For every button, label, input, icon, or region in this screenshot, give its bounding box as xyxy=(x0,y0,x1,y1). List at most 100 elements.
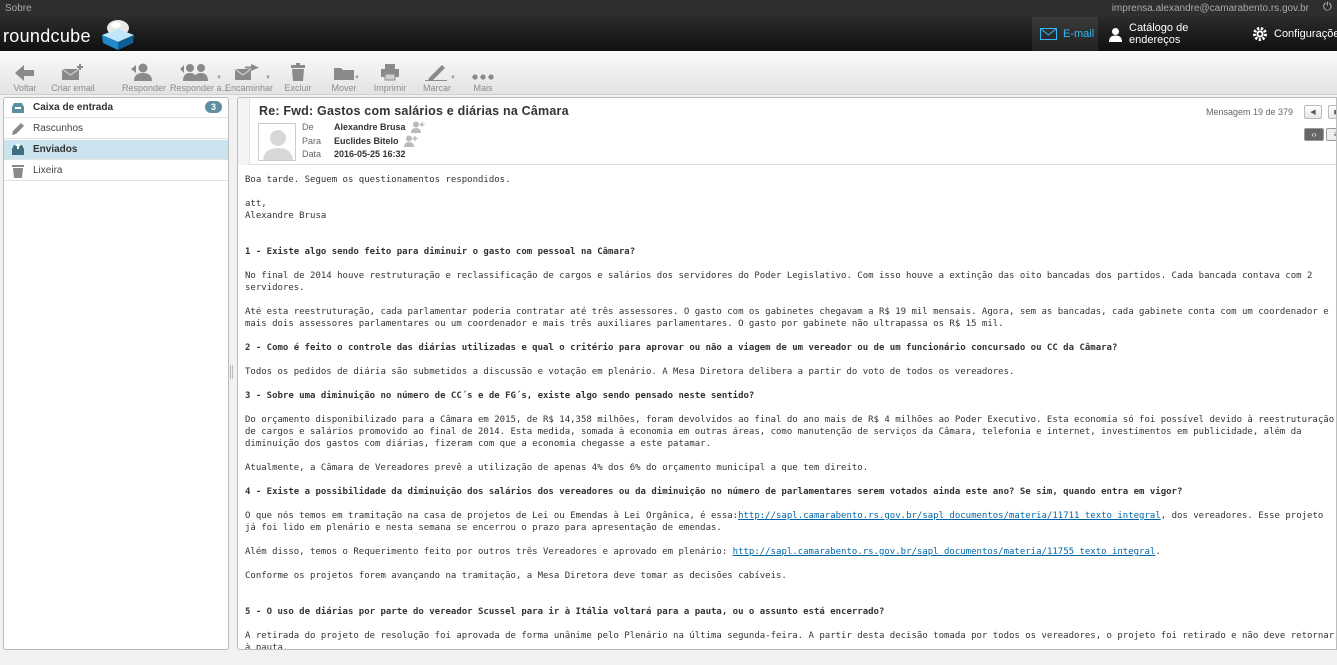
mark-button[interactable]: Marcar ▼ xyxy=(420,59,456,95)
roundcube-logo[interactable]: roundcube xyxy=(3,17,143,51)
reply-all-button[interactable]: Responder a... ▼ xyxy=(170,59,230,95)
answer-4-para-2-tail: . xyxy=(1155,547,1161,557)
about-link[interactable]: Sobre xyxy=(5,3,32,14)
move-label: Mover xyxy=(331,83,357,93)
top-info-bar: Sobre imprensa.alexandre@camarabento.rs.… xyxy=(0,0,1337,17)
app-header: roundcube E-mail Catálogo de endereços C… xyxy=(0,17,1337,51)
chevron-left-icon: ◀ xyxy=(1310,109,1316,116)
folder-sent[interactable]: Enviados xyxy=(4,140,228,160)
person-icon xyxy=(1108,27,1123,42)
header-date-row: Data 2016-05-25 16:32 xyxy=(302,149,406,159)
answer-5: A retirada do projeto de resolução foi a… xyxy=(245,631,1335,650)
body-signature: Alexandre Brusa xyxy=(245,211,327,221)
answer-1-para-1: No final de 2014 houve restruturação e r… xyxy=(245,271,1318,293)
answer-3-para-2: Atualmente, a Câmara de Vereadores prevê… xyxy=(245,463,869,473)
compose-button[interactable]: Criar email xyxy=(50,59,96,95)
question-1: 1 - Existe algo sendo feito para diminui… xyxy=(245,247,636,257)
folder-sent-label: Enviados xyxy=(33,144,78,155)
forward-label: Encaminhar xyxy=(225,83,274,93)
compose-mail-icon xyxy=(61,64,83,80)
prev-message-button[interactable]: ◀ xyxy=(1304,105,1322,119)
more-button[interactable]: Mais xyxy=(468,59,498,95)
message-header: Re: Fwd: Gastos com salários e diárias n… xyxy=(238,98,1336,165)
sender-avatar xyxy=(258,123,296,161)
reply-all-dropdown-icon[interactable]: ▼ xyxy=(216,75,222,81)
reply-all-people-icon xyxy=(180,64,208,81)
reply-button[interactable]: Responder xyxy=(122,59,167,95)
headers-source-toggle[interactable]: ‹› xyxy=(1304,128,1324,141)
from-value[interactable]: Alexandre Brusa xyxy=(334,122,406,132)
logo-box-icon xyxy=(102,20,134,50)
date-label: Data xyxy=(302,149,322,159)
folder-icon xyxy=(334,68,354,80)
code-icon: ‹› xyxy=(1311,130,1317,139)
date-value: 2016-05-25 16:32 xyxy=(334,149,406,159)
add-contact-icon[interactable] xyxy=(410,121,425,133)
pencil-icon xyxy=(10,122,26,136)
more-dots-icon xyxy=(472,74,494,80)
forward-dropdown-icon[interactable]: ▼ xyxy=(265,75,271,81)
question-5: 5 - O uso de diárias por parte do veread… xyxy=(245,607,885,617)
body-greeting: Boa tarde. Seguem os questionamentos res… xyxy=(245,175,511,185)
header-to-row: Para Euclides Bitelo xyxy=(302,135,418,147)
list-icon: ≡ xyxy=(1334,130,1336,139)
add-contact-icon[interactable] xyxy=(403,135,418,147)
to-value[interactable]: Euclides Bitelo xyxy=(334,136,399,146)
print-button[interactable]: Imprimir xyxy=(372,59,408,95)
folder-list: Caixa de entrada 3 Rascunhos Enviados Li… xyxy=(3,97,229,650)
folder-inbox[interactable]: Caixa de entrada 3 xyxy=(4,98,228,118)
printer-icon xyxy=(381,64,399,81)
avatar-person-icon xyxy=(263,130,293,160)
question-3: 3 - Sobre uma diminuição no número de CC… xyxy=(245,391,755,401)
message-frame: Re: Fwd: Gastos com salários e diárias n… xyxy=(237,97,1337,650)
question-2: 2 - Como é feito o controle das diárias … xyxy=(245,343,1118,353)
task-email-button[interactable]: E-mail xyxy=(1032,17,1098,51)
back-label: Voltar xyxy=(13,83,37,93)
answer-1-para-2: Até esta reestruturação, cada parlamenta… xyxy=(245,307,1335,329)
user-email: imprensa.alexandre@camarabento.rs.gov.br xyxy=(1111,3,1309,14)
mark-pencil-icon xyxy=(425,65,447,81)
pane-splitter[interactable] xyxy=(230,365,233,379)
task-addressbook-label: Catálogo de endereços xyxy=(1129,22,1189,46)
folder-inbox-label: Caixa de entrada xyxy=(33,102,114,113)
folder-drafts-label: Rascunhos xyxy=(33,123,84,134)
message-toolbar: Voltar Criar email Responder Responder a… xyxy=(0,51,1337,95)
question-4: 4 - Existe a possibilidade da diminuição… xyxy=(245,487,1183,497)
materia-11755-link[interactable]: http://sapl.camarabento.rs.gov.br/sapl_d… xyxy=(733,547,1156,557)
task-settings-button[interactable]: Configurações xyxy=(1252,17,1337,51)
back-button[interactable]: Voltar xyxy=(8,59,42,95)
message-subject: Re: Fwd: Gastos com salários e diárias n… xyxy=(259,104,569,118)
materia-11711-link[interactable]: http://sapl.camarabento.rs.gov.br/sapl_d… xyxy=(738,511,1161,521)
more-label: Mais xyxy=(473,83,493,93)
header-left-strip xyxy=(238,98,250,165)
answer-4-para-3: Conforme os projetos forem avançando na … xyxy=(245,571,787,581)
logout-icon[interactable]: ⏻ xyxy=(1323,1,1337,15)
next-message-button[interactable]: ▶ xyxy=(1328,105,1336,119)
delete-button[interactable]: Excluir xyxy=(283,59,313,95)
back-arrow-icon xyxy=(15,65,34,81)
to-label: Para xyxy=(302,136,322,146)
compose-label: Criar email xyxy=(51,83,95,93)
answer-4-para-2-text: Além disso, temos o Requerimento feito p… xyxy=(245,547,733,557)
folder-trash[interactable]: Lixeira xyxy=(4,161,228,181)
all-headers-toggle[interactable]: ≡ xyxy=(1326,128,1336,141)
unread-count-badge: 3 xyxy=(204,101,222,113)
mark-dropdown-icon[interactable]: ▼ xyxy=(450,75,456,81)
message-body: Boa tarde. Seguem os questionamentos res… xyxy=(245,174,1335,650)
body-signoff: att, xyxy=(245,199,267,209)
answer-3-para-1: Do orçamento disponibilizado para a Câma… xyxy=(245,415,1335,449)
folder-drafts[interactable]: Rascunhos xyxy=(4,119,228,139)
reply-all-label: Responder a... xyxy=(170,83,230,93)
move-button[interactable]: Mover ▼ xyxy=(330,59,360,95)
from-label: De xyxy=(302,122,314,132)
answer-4-para-1-text: O que nós temos em tramitação na casa de… xyxy=(245,511,739,521)
trash-icon xyxy=(10,164,26,178)
task-email-label: E-mail xyxy=(1063,28,1095,40)
print-label: Imprimir xyxy=(373,83,407,93)
task-addressbook-button[interactable]: Catálogo de endereços xyxy=(1108,17,1238,51)
move-dropdown-icon[interactable]: ▼ xyxy=(354,75,360,81)
forward-button[interactable]: Encaminhar ▼ xyxy=(225,59,274,95)
logo-text: roundcube xyxy=(3,26,91,46)
folder-trash-label: Lixeira xyxy=(33,165,63,176)
reply-label: Responder xyxy=(122,83,167,93)
